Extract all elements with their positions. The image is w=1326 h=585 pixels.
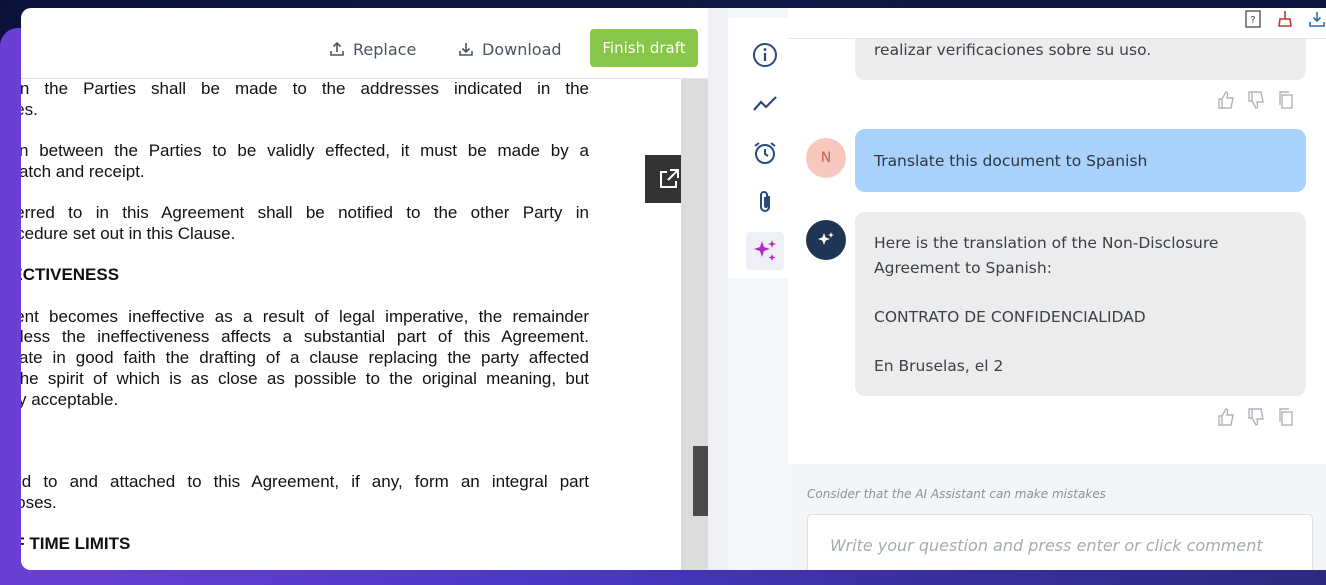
document-text-line <box>21 431 589 452</box>
document-text-line: , the spirit of which is as close as pos… <box>21 368 589 388</box>
document-text-line: een the Parties shall be made to the add… <box>21 79 589 98</box>
ai-chat-panel: ? realizar verificaciones sobre su uso. … <box>788 8 1326 570</box>
chat-input-area: Consider that the AI Assistant can make … <box>788 464 1326 570</box>
rail-ai-assistant-button[interactable] <box>746 232 784 270</box>
ai-reply-title: CONTRATO DE CONFIDENCIALIDAD <box>874 307 1146 326</box>
open-external-button[interactable] <box>645 155 681 203</box>
user-message-text: Translate this document to Spanish <box>874 151 1148 170</box>
document-text-line: rposes. <box>21 493 57 513</box>
document-text-line: otiate in good faith the drafting of a c… <box>21 348 589 368</box>
thumbs-down-icon[interactable] <box>1246 90 1266 110</box>
document-text-line: ment becomes ineffective as a result of … <box>21 306 589 326</box>
alarm-clock-icon <box>754 142 776 164</box>
document-text-line: rred to and attached to this Agreement, … <box>21 472 589 492</box>
rail-activity-button[interactable] <box>746 85 784 123</box>
copy-icon[interactable] <box>1276 90 1296 110</box>
app-window: Replace Download Finish draft een the Pa… <box>21 8 1326 570</box>
rail-reminder-button[interactable] <box>746 134 784 172</box>
document-heading-line: FECTIVENESS <box>21 265 120 285</box>
export-download-icon[interactable] <box>1308 10 1326 28</box>
message-feedback-translation <box>1216 407 1296 427</box>
download-button[interactable]: Download <box>458 31 562 67</box>
document-text-line: rties. <box>21 99 38 119</box>
user-avatar: N <box>806 138 846 178</box>
document-toolbar: Replace Download Finish draft <box>21 18 708 79</box>
thumbs-down-icon[interactable] <box>1246 407 1266 427</box>
document-text-line <box>21 452 589 473</box>
ai-reply-intro: Here is the translation of the Non-Discl… <box>874 234 1219 277</box>
replace-label: Replace <box>353 39 417 59</box>
document-text-line: rocedure set out in this Clause. <box>21 223 236 243</box>
chat-question-input[interactable] <box>828 535 1296 556</box>
message-feedback-previous <box>1216 90 1296 110</box>
document-panel: Replace Download Finish draft een the Pa… <box>21 18 709 570</box>
chat-question-input-box[interactable] <box>807 514 1313 570</box>
rail-info-button[interactable] <box>746 36 784 74</box>
ai-avatar <box>806 220 846 260</box>
document-text-line: eferred to in this Agreement shall be no… <box>21 203 589 223</box>
document-scrollbar-thumb[interactable] <box>693 446 708 516</box>
help-icon[interactable]: ? <box>1244 10 1262 28</box>
document-text-line: tion between the Parties to be validly e… <box>21 141 589 161</box>
document-text-line <box>21 410 589 431</box>
finish-draft-button[interactable]: Finish draft <box>590 29 698 67</box>
ai-reply-line: En Bruselas, el 2 <box>874 356 1004 375</box>
thumbs-up-icon[interactable] <box>1216 407 1236 427</box>
document-text-line <box>21 120 589 141</box>
panel-divider <box>708 8 728 570</box>
trend-line-icon <box>753 96 777 111</box>
ai-message-previous-text: realizar verificaciones sobre su uso. <box>874 41 1152 59</box>
copy-icon[interactable] <box>1276 407 1296 427</box>
ai-disclaimer: Consider that the AI Assistant can make … <box>807 487 1106 501</box>
document-text-line: unless the ineffectiveness affects a sub… <box>21 327 589 347</box>
paperclip-icon <box>760 191 770 212</box>
document-text-line: ally acceptable. <box>21 389 119 409</box>
user-message: Translate this document to Spanish <box>855 129 1306 192</box>
chat-top-icons: ? <box>1244 10 1326 28</box>
clear-broom-icon[interactable] <box>1276 10 1294 28</box>
info-icon <box>753 43 777 67</box>
document-heading-line: OF TIME LIMITS <box>21 534 131 554</box>
ai-message-translation: Here is the translation of the Non-Discl… <box>855 212 1306 396</box>
sparkles-icon <box>754 240 776 261</box>
svg-text:?: ? <box>1250 15 1255 26</box>
document-text-line <box>21 183 589 204</box>
external-link-icon <box>660 169 679 188</box>
document-text-line <box>21 286 589 307</box>
replace-button[interactable]: Replace <box>329 31 416 67</box>
download-icon <box>459 43 473 56</box>
thumbs-up-icon[interactable] <box>1216 90 1236 110</box>
document-text-line <box>21 245 589 266</box>
download-label: Download <box>482 39 562 59</box>
document-text-line <box>21 514 589 535</box>
document-text-line: spatch and receipt. <box>21 161 145 181</box>
chat-topbar: ? <box>788 8 1326 39</box>
upload-icon <box>330 41 344 56</box>
rail-attachments-button[interactable] <box>746 183 784 221</box>
document-text: een the Parties shall be made to the add… <box>21 79 589 555</box>
ai-sparkle-icon <box>818 232 834 245</box>
tool-rail <box>728 18 788 278</box>
document-viewer[interactable]: een the Parties shall be made to the add… <box>21 79 681 570</box>
